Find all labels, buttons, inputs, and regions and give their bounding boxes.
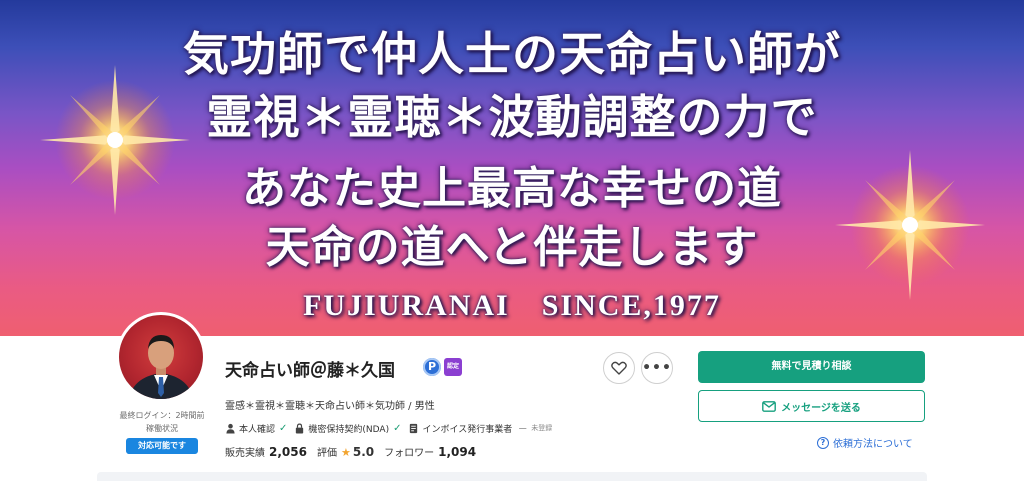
- check-icon: ✓: [393, 422, 402, 434]
- favorite-button[interactable]: [603, 352, 635, 384]
- how-to-order-link[interactable]: ? 依頼方法について: [817, 435, 913, 450]
- seller-name: 天命占い師＠藤＊久国: [225, 361, 395, 381]
- invoice-dash: ー: [518, 424, 528, 435]
- check-icon: ✓: [279, 422, 288, 434]
- banner-headline-line: 気功師で仲人士の天命占い師が: [183, 27, 841, 81]
- verification-row: 本人確認 ✓ 機密保持契約(NDA) ✓ インボイス発行事業者 ー 未登録: [225, 421, 552, 435]
- envelope-icon: [762, 400, 776, 412]
- heart-icon: [611, 361, 627, 375]
- banner-headline-line: 天命の道へと伴走します: [265, 222, 759, 273]
- content-panel-top: [97, 472, 927, 481]
- seller-tagline: 霊感＊霊視＊霊聴＊天命占い師＊気功師 / 男性: [225, 401, 435, 412]
- rating-value: 5.0: [352, 445, 375, 459]
- more-icon: •••: [642, 360, 672, 376]
- send-message-label: メッセージを送る: [781, 402, 861, 414]
- rating-label: 評価: [316, 448, 337, 459]
- profile-cover-banner: 気功師で仲人士の天命占い師が 霊視＊霊聴＊波動調整の力で あなた史上最高な幸せの…: [0, 0, 1024, 336]
- sales-value: 2,056: [269, 445, 307, 459]
- certified-badge-icon: 認定: [444, 358, 462, 376]
- banner-headline-line: あなた史上最高な幸せの道: [242, 163, 782, 214]
- nda-label: 機密保持契約(NDA): [308, 424, 390, 435]
- document-icon: [410, 423, 418, 433]
- identity-verified-label: 本人確認: [239, 424, 276, 435]
- star-icon: ★: [340, 446, 351, 459]
- invoice-issuer-label: インボイス発行事業者: [422, 424, 513, 435]
- last-login-text: 最終ログイン：2時間前: [119, 411, 205, 420]
- availability-label: 稼働状況: [146, 424, 178, 433]
- send-message-button[interactable]: メッセージを送る: [698, 390, 925, 422]
- seller-stats: 販売実績 2,056 評価 ★ 5.0 フォロワー 1,094: [225, 444, 486, 459]
- free-quote-button[interactable]: 無料で見積り相談: [698, 351, 925, 383]
- followers-label: フォロワー: [384, 448, 435, 459]
- lock-icon: [296, 423, 304, 434]
- invoice-status: 未登録: [531, 424, 553, 432]
- person-portrait-icon: [129, 335, 193, 399]
- pro-badge-icon: P: [423, 358, 441, 376]
- avatar[interactable]: [116, 312, 206, 402]
- banner-headline-line: 霊視＊霊聴＊波動調整の力で: [206, 90, 818, 144]
- availability-badge: 対応可能です: [126, 438, 198, 454]
- question-icon: ?: [817, 436, 829, 449]
- sales-label: 販売実績: [225, 448, 265, 459]
- more-options-button[interactable]: •••: [641, 352, 673, 384]
- person-icon: [226, 423, 235, 434]
- avatar-photo: [119, 315, 203, 399]
- how-to-order-label: 依頼方法について: [833, 439, 913, 450]
- followers-value: 1,094: [438, 445, 477, 459]
